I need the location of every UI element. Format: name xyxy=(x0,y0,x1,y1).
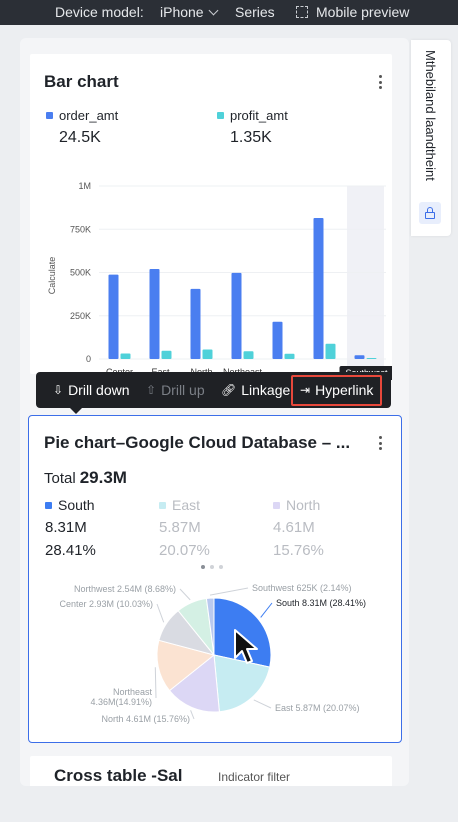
bar-order_amt xyxy=(108,274,119,359)
side-panel-label: Mthebiland laandtheint xyxy=(423,50,438,181)
bar-profit_amt xyxy=(161,350,172,359)
legend-profit-amt[interactable]: profit_amt xyxy=(217,108,288,123)
pie-total-value: 29.3M xyxy=(79,468,127,487)
pie-slice-label: 4.36M(14.91%) xyxy=(90,697,152,707)
profit-amt-total: 1.35K xyxy=(230,129,272,146)
page-dot[interactable] xyxy=(201,565,205,569)
pie-leader-line xyxy=(253,699,272,709)
bar-order_amt xyxy=(231,272,242,359)
pie-leader-line xyxy=(260,602,273,618)
pie-leader-line xyxy=(190,710,195,720)
bar-order_amt xyxy=(190,288,201,359)
pie-total: Total 29.3M xyxy=(44,468,127,487)
legend-north[interactable]: North 4.61M 15.76% xyxy=(273,497,324,559)
y-tick-label: 250K xyxy=(70,311,91,321)
lock-button[interactable] xyxy=(419,202,441,224)
bar-profit_amt xyxy=(202,349,213,359)
y-tick-label: 750K xyxy=(70,224,91,234)
side-panel: Mthebiland laandtheint xyxy=(411,40,451,236)
device-model-select[interactable]: iPhone xyxy=(160,4,219,20)
legend-swatch xyxy=(217,112,224,119)
bar-order_amt xyxy=(272,321,283,359)
legend-pagination[interactable] xyxy=(201,565,223,569)
bar-profit_amt xyxy=(243,351,254,359)
pie-leader-line xyxy=(154,667,157,699)
drill-down-icon: ⇩ xyxy=(53,383,64,397)
mobile-preview-button[interactable]: Mobile preview xyxy=(316,4,409,20)
pie-slice-label: Center 2.93M (10.03%) xyxy=(59,599,153,609)
legend-order-amt[interactable]: order_amt xyxy=(46,108,118,123)
mobile-preview-icon xyxy=(296,6,308,18)
indicator-filter-button[interactable]: Indicator filter xyxy=(218,770,290,784)
y-axis-label: Calculate xyxy=(47,257,57,295)
hyperlink-highlight xyxy=(291,375,382,406)
cross-table-title: Cross table -Sal xyxy=(54,766,183,785)
device-model-label: Device model: xyxy=(55,4,144,20)
pie-slice-label: Northwest 2.54M (8.68%) xyxy=(74,584,176,594)
bar-order_amt xyxy=(313,218,324,359)
device-model-value: iPhone xyxy=(160,4,204,20)
pie-slice-label: South 8.31M (28.41%) xyxy=(276,598,366,608)
pie-slice-label: North 4.61M (15.76%) xyxy=(101,714,190,724)
pie-slice-label: East 5.87M (20.07%) xyxy=(275,703,360,713)
drill-up-button[interactable]: ⇧ Drill up xyxy=(146,382,205,398)
legend-swatch xyxy=(45,501,52,509)
pie-slice-label: Northeast xyxy=(113,687,153,697)
y-tick-label: 0 xyxy=(86,354,91,364)
pie-slice-label: Southwest 625K (2.14%) xyxy=(252,583,352,593)
chevron-down-icon xyxy=(208,5,219,16)
drill-down-button[interactable]: ⇩ Drill down xyxy=(53,382,130,398)
pie-leader-line xyxy=(156,603,165,623)
y-tick-label: 500K xyxy=(70,268,91,278)
legend-south[interactable]: South 8.31M 28.41% xyxy=(45,497,96,559)
bar-profit_amt xyxy=(120,353,131,359)
bar-order_amt xyxy=(354,355,365,359)
pie-chart-plot[interactable]: South 8.31M (28.41%) East 5.87M (20.07%) N… xyxy=(0,577,458,727)
y-tick-label: 1M xyxy=(78,181,91,191)
pie-leader-line xyxy=(209,587,249,596)
top-bar: Device model: iPhone Series Mobile previ… xyxy=(0,0,458,25)
legend-swatch xyxy=(273,501,280,509)
bar-order_amt xyxy=(149,269,160,359)
legend-east[interactable]: East 5.87M 20.07% xyxy=(159,497,210,559)
highlight-band xyxy=(347,186,384,379)
legend-swatch xyxy=(159,501,166,509)
page-dot[interactable] xyxy=(210,565,214,569)
more-options-icon[interactable] xyxy=(378,75,382,89)
link-icon: 🔗︎ xyxy=(221,383,237,397)
bar-profit_amt xyxy=(284,353,295,359)
cross-table-card[interactable]: Cross table -Sal Indicator filter xyxy=(30,756,392,786)
drill-up-icon: ⇧ xyxy=(146,383,157,397)
more-options-icon[interactable] xyxy=(378,436,382,450)
bar-profit_amt xyxy=(366,357,377,359)
mouse-cursor-icon xyxy=(234,629,258,664)
linkage-button[interactable]: 🔗︎ Linkage xyxy=(221,382,290,398)
legend-swatch xyxy=(46,112,53,119)
pie-chart-title: Pie chart–Google Cloud Database – ... xyxy=(44,433,351,452)
page-dot[interactable] xyxy=(219,565,223,569)
bar-profit_amt xyxy=(325,343,336,359)
bar-chart-plot[interactable]: 0250K500K750K1MCalculateCenterEastNorthN… xyxy=(30,154,392,384)
order-amt-total: 24.5K xyxy=(59,129,101,146)
bar-chart-card[interactable]: Bar chart order_amt 24.5K profit_amt 1.3… xyxy=(30,54,392,380)
bar-chart-title: Bar chart xyxy=(44,72,119,91)
pie-leader-line xyxy=(179,588,191,601)
series-button[interactable]: Series xyxy=(235,4,275,20)
